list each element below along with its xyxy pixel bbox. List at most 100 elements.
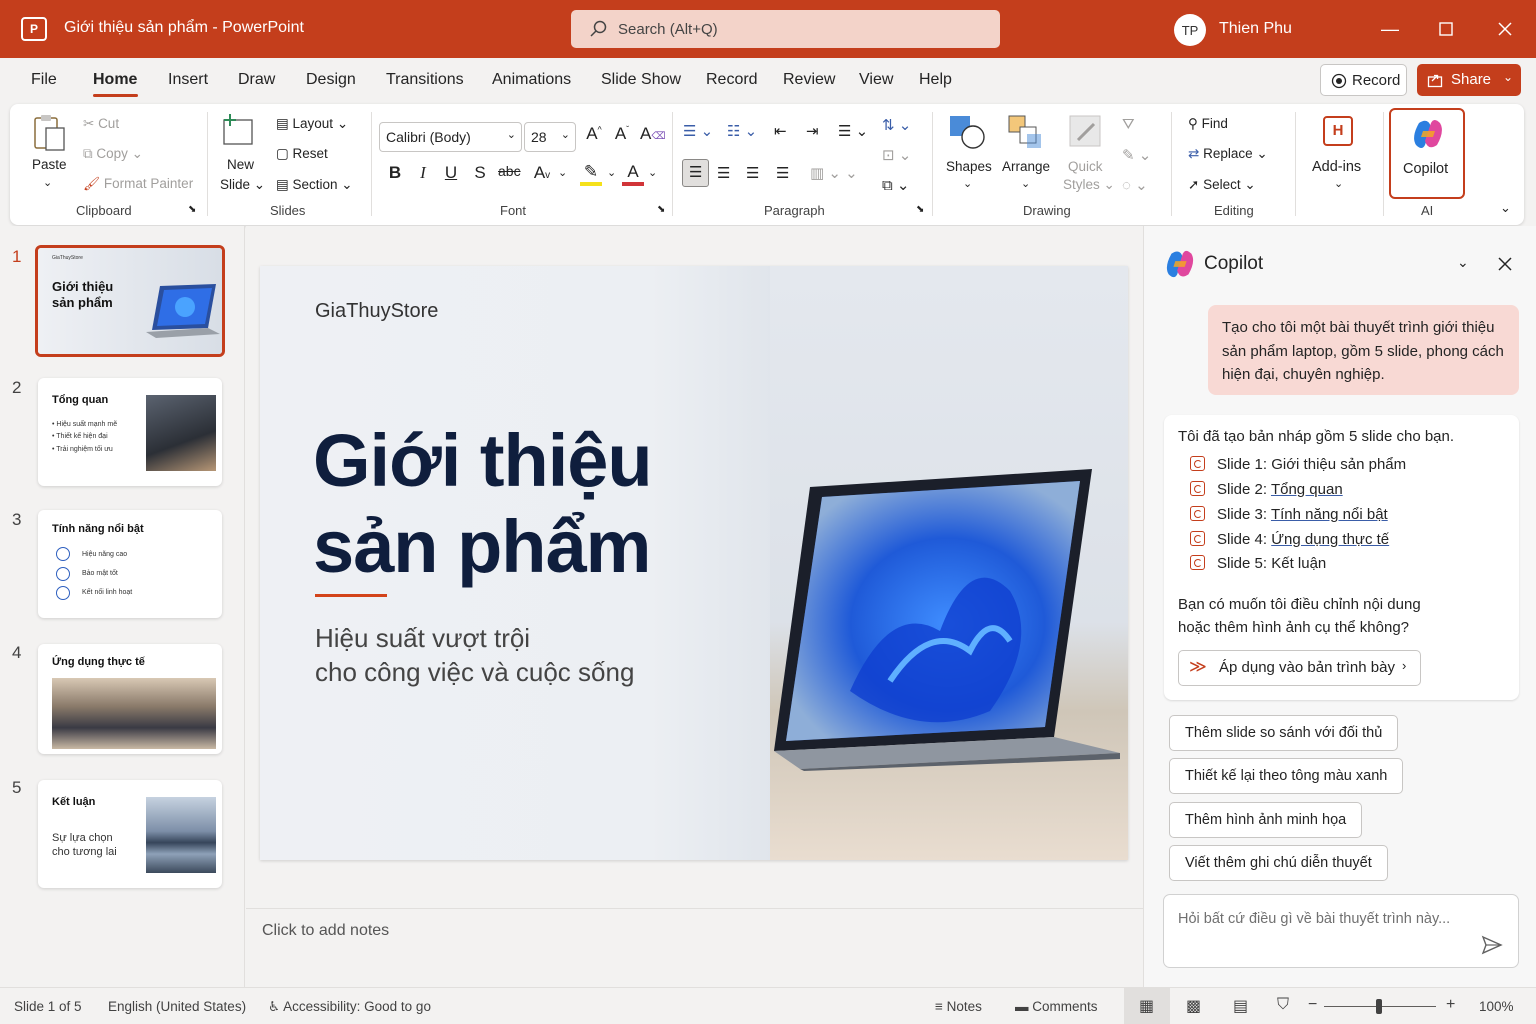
cut-button[interactable]: ✂ Cut [83,116,119,132]
shape-fill-icon[interactable]: ⛛ [1122,116,1135,133]
select-button[interactable]: ➚ Select ⌄ [1188,177,1256,193]
tab-slide-show[interactable]: Slide Show [601,71,681,89]
align-text-icon[interactable]: ⊡ ⌄ [882,146,911,164]
copilot-input[interactable]: Hỏi bất cứ điều gì về bài thuyết trình n… [1163,894,1519,968]
tab-review[interactable]: Review [783,71,835,89]
highlight-icon[interactable]: ✎ [580,162,602,186]
suggestion-chip[interactable]: Viết thêm ghi chú diễn thuyết [1169,845,1388,881]
slide-sorter-icon[interactable]: ▩ [1186,996,1201,1016]
avatar[interactable]: TP [1174,14,1206,46]
suggestion-chip[interactable]: Thiết kế lại theo tông màu xanh [1169,758,1404,794]
apply-to-presentation-button[interactable]: ≫ Áp dụng vào bản trình bày › [1178,650,1421,686]
numbering-icon[interactable]: ☷ ⌄ [727,122,757,140]
collapse-ribbon-icon[interactable]: ⌄ [1500,200,1511,216]
paste-button[interactable]: Paste [32,157,67,172]
tab-view[interactable]: View [859,71,893,89]
add-ins-button[interactable]: Add-ins [1312,159,1361,175]
slide-thumbnail-2[interactable]: Tổng quan • Hiệu suất mạnh mẽ • Thiết kế… [38,378,222,486]
current-slide[interactable]: GiaThuyStore Giới thiệu sản phẩm Hiệu su… [260,266,1128,860]
line-spacing-icon[interactable]: ☰ ⌄ [838,122,868,140]
shadow-text-icon[interactable]: S [469,163,491,183]
bold-icon[interactable]: B [384,163,406,183]
shape-effects-icon[interactable]: ◌ ⌄ [1122,176,1148,194]
slide-title[interactable]: Giới thiệu sản phẩm [313,418,653,590]
tab-file[interactable]: File [31,71,57,89]
zoom-out-icon[interactable]: − [1308,996,1317,1014]
slide-thumbnail-4[interactable]: Ứng dụng thực tế [38,644,222,754]
strikethrough-icon[interactable]: abc [498,163,521,179]
comments-toggle[interactable]: ▬ Comments [1015,999,1098,1014]
font-launcher-icon[interactable]: ⬊ [657,204,665,215]
replace-button[interactable]: ⇄ Replace ⌄ [1188,146,1268,162]
character-spacing-icon[interactable]: Av [531,163,553,183]
reading-view-icon[interactable]: ▤ [1233,996,1248,1016]
decrease-indent-icon[interactable]: ⇤ [774,122,787,140]
chevron-down-icon[interactable]: ⌄ [1021,177,1030,190]
tab-help[interactable]: Help [919,71,952,89]
tab-draw[interactable]: Draw [238,71,275,89]
layout-button[interactable]: ▤ Layout ⌄ [276,116,348,132]
slide-subtitle[interactable]: Hiệu suất vượt trội cho công việc và cuộ… [315,621,634,689]
suggestion-chip[interactable]: Thêm hình ảnh minh họa [1169,802,1363,838]
tab-record[interactable]: Record [706,71,758,89]
justify-icon[interactable]: ☰ [776,164,789,182]
tab-insert[interactable]: Insert [168,71,208,89]
language-indicator[interactable]: English (United States) [108,999,246,1014]
notes-toggle[interactable]: ≡ Notes [935,999,982,1014]
zoom-in-icon[interactable]: + [1446,996,1455,1014]
underline-icon[interactable]: U [440,163,462,183]
send-icon[interactable] [1481,935,1503,955]
tab-animations[interactable]: Animations [492,71,571,89]
slideshow-icon[interactable]: ⛉ [1277,996,1289,1014]
bullets-icon[interactable]: ☰ ⌄ [683,122,713,140]
copy-button[interactable]: ⧉ Copy ⌄ [83,146,143,162]
chevron-down-icon[interactable]: ⌄ [607,166,616,179]
chevron-down-icon[interactable]: ⌄ [558,166,567,179]
grow-font-icon[interactable]: A^ [583,124,605,144]
clear-formatting-icon[interactable]: A⌫ [640,124,665,144]
font-name-dropdown[interactable]: Calibri (Body) ⌄ [379,122,522,152]
shrink-font-icon[interactable]: Aˇ [611,124,633,144]
maximize-icon[interactable] [1431,14,1461,44]
share-chevron-icon[interactable]: ⌄ [1503,70,1513,84]
find-button[interactable]: ⚲ Find [1188,116,1228,132]
italic-icon[interactable]: I [412,163,434,183]
chevron-down-icon[interactable]: ⌄ [648,166,657,179]
increase-indent-icon[interactable]: ⇥ [806,122,819,140]
copilot-button[interactable]: Copilot [1389,108,1465,199]
quick-styles-button[interactable]: Styles ⌄ [1063,177,1115,193]
slide-reference-1[interactable]: Slide 1: Giới thiệu sản phẩm [1190,456,1406,473]
font-size-dropdown[interactable]: 28 ⌄ [524,122,576,152]
share-button[interactable]: Share ⌄ [1417,64,1521,96]
paste-chevron-icon[interactable]: ⌄ [43,176,52,189]
close-icon[interactable] [1498,257,1512,271]
columns-icon[interactable]: ▥ ⌄ ⌄ [810,164,858,182]
user-name[interactable]: Thien Phu [1219,20,1292,38]
section-button[interactable]: ▤ Section ⌄ [276,177,353,193]
text-direction-icon[interactable]: ⇅ ⌄ [882,116,911,134]
minimize-icon[interactable]: — [1375,14,1405,44]
search-box[interactable]: Search (Alt+Q) [571,10,1000,48]
normal-view-button[interactable]: ▦ [1124,988,1170,1024]
tab-home[interactable]: Home [93,71,137,89]
tab-design[interactable]: Design [306,71,356,89]
quick-styles-label-1[interactable]: Quick [1068,159,1103,174]
slide-reference-3[interactable]: Slide 3: Tính năng nổi bật [1190,506,1388,523]
slide-thumbnail-3[interactable]: Tính năng nổi bật Hiệu năng cao Bảo mật … [38,510,222,618]
tab-transitions[interactable]: Transitions [386,71,464,89]
close-icon[interactable] [1490,14,1520,44]
align-center-icon[interactable]: ☰ [717,164,730,182]
arrange-button[interactable]: Arrange [1002,159,1050,174]
align-left-button[interactable]: ☰ [682,159,709,187]
format-painter-button[interactable]: 🖌 Format Painter [83,176,193,192]
font-color-icon[interactable]: A [622,162,644,186]
slide-reference-5[interactable]: Slide 5: Kết luận [1190,555,1326,572]
shape-outline-icon[interactable]: ✎ ⌄ [1122,146,1151,164]
record-button[interactable]: Record [1320,64,1407,96]
smartart-icon[interactable]: ⧉ ⌄ [882,176,909,194]
shapes-button[interactable]: Shapes [946,159,992,174]
slide-thumbnail-1[interactable]: GiaThuyStore Giới thiệu sản phẩm [35,245,225,357]
notes-pane[interactable]: Click to add notes [246,908,1143,987]
align-right-icon[interactable]: ☰ [746,164,759,182]
chevron-down-icon[interactable]: ⌄ [963,177,972,190]
